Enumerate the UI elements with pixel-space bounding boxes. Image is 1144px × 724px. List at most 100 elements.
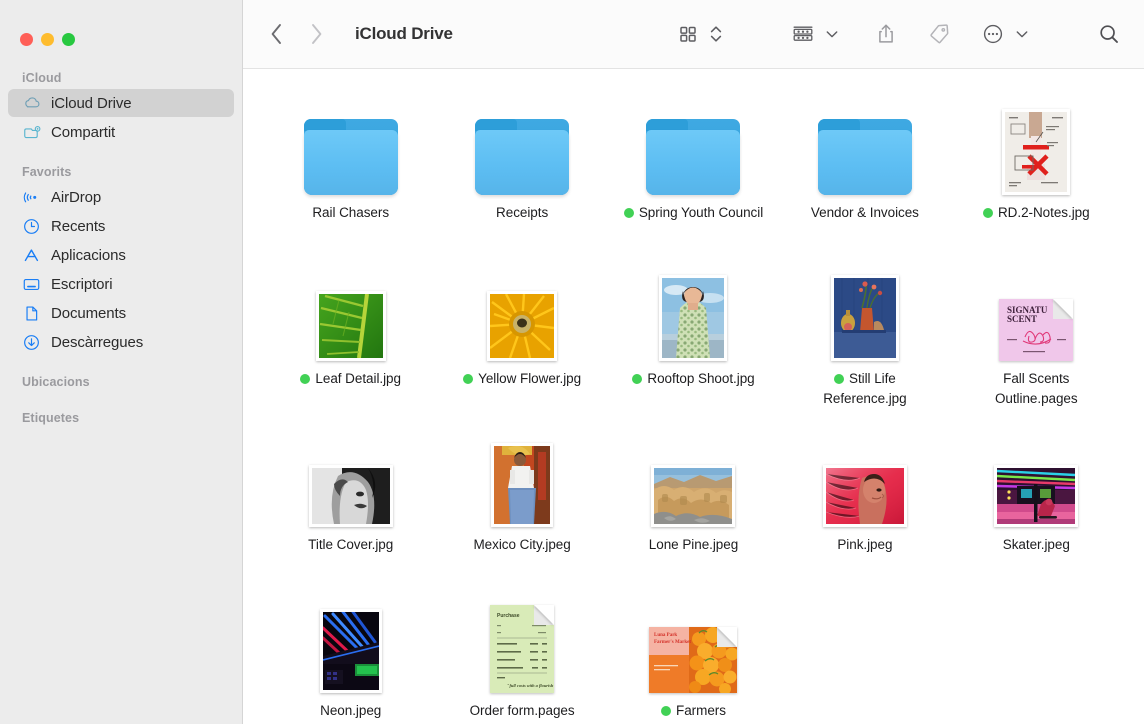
view-controls	[672, 17, 728, 51]
file-name: Vendor & Invoices	[811, 205, 919, 220]
file-label: Farmers Market...acket.pdf	[622, 701, 764, 724]
file-name: Lone Pine.jpeg	[649, 537, 738, 552]
close-button[interactable]	[20, 33, 33, 46]
file-item-leaf-detail[interactable]: Leaf Detail.jpg	[265, 255, 436, 421]
file-name: Skater.jpeg	[1003, 537, 1070, 552]
file-item-spring-youth-council[interactable]: Spring Youth Council	[608, 89, 779, 255]
file-name: Title Cover.jpg	[308, 537, 393, 552]
minimize-button[interactable]	[41, 33, 54, 46]
image-thumbnail	[309, 421, 393, 527]
navigation-buttons	[265, 19, 327, 49]
sidebar-item-descarregues[interactable]: Descàrregues	[8, 328, 234, 356]
airdrop-icon	[22, 188, 41, 207]
file-item-vendor-invoices[interactable]: Vendor & Invoices	[779, 89, 950, 255]
image-thumbnail	[487, 255, 557, 361]
sidebar-item-label: iCloud Drive	[51, 95, 132, 112]
view-stepper[interactable]	[704, 17, 728, 51]
sidebar-item-aplicacions[interactable]: Aplicacions	[8, 241, 234, 269]
file-label: Pink.jpeg	[837, 535, 892, 555]
tag-icon[interactable]	[922, 17, 956, 51]
folder-icon	[646, 89, 740, 195]
clock-icon	[22, 217, 41, 236]
file-item-title-cover[interactable]: Title Cover.jpg	[265, 421, 436, 587]
tag-dot-green	[632, 374, 642, 384]
file-item-still-life-reference[interactable]: Still Life Reference.jpg	[779, 255, 950, 421]
maximize-button[interactable]	[62, 33, 75, 46]
file-item-pink[interactable]: Pink.jpeg	[779, 421, 950, 587]
sidebar-item-label: Documents	[51, 305, 126, 322]
file-name: Rail Chasers	[312, 205, 389, 220]
icon-view-button[interactable]	[672, 17, 704, 51]
image-thumbnail	[823, 421, 907, 527]
folder-icon	[818, 89, 912, 195]
file-label: RD.2-Notes.jpg	[983, 203, 1090, 223]
folder-icon	[475, 89, 569, 195]
file-name: Pink.jpeg	[837, 537, 892, 552]
file-label: Spring Youth Council	[624, 203, 763, 223]
sidebar-section-icloud: iCloud	[0, 68, 242, 88]
sidebar-item-escriptori[interactable]: Escriptori	[8, 270, 234, 298]
svg-text:Farmer's Market: Farmer's Market	[654, 640, 691, 645]
file-label: Rooftop Shoot.jpg	[632, 369, 754, 389]
file-label: Skater.jpeg	[1003, 535, 1070, 555]
file-item-yellow-flower[interactable]: Yellow Flower.jpg	[436, 255, 607, 421]
file-label: Receipts	[496, 203, 548, 223]
pages-document-icon: SIGNATU SCENT	[999, 255, 1073, 361]
file-name: Spring Youth Council	[639, 205, 763, 220]
image-thumbnail	[491, 421, 553, 527]
file-label: Leaf Detail.jpg	[300, 369, 401, 389]
group-by-button[interactable]	[786, 17, 820, 51]
file-label: Still Life Reference.jpg	[794, 369, 936, 409]
more-button[interactable]	[976, 17, 1010, 51]
file-item-rail-chasers[interactable]: Rail Chasers	[265, 89, 436, 255]
more-chevron[interactable]	[1010, 17, 1034, 51]
file-browser[interactable]: Rail Chasers Receipts Sp	[243, 69, 1144, 724]
sidebar-item-label: Compartit	[51, 124, 115, 141]
sidebar-item-label: Aplicacions	[51, 247, 126, 264]
file-label: Fall Scents Outline.pages	[965, 369, 1107, 409]
sidebar-item-compartit[interactable]: Compartit	[8, 118, 234, 146]
image-thumbnail	[994, 421, 1078, 527]
file-name: Fall Scents Outline.pages	[995, 371, 1078, 406]
document-icon	[22, 304, 41, 323]
file-item-skater[interactable]: Skater.jpeg	[951, 421, 1122, 587]
sidebar-item-label: Recents	[51, 218, 105, 235]
file-name: Farmers Market...acket.pdf	[640, 703, 746, 724]
sidebar-section-ubicacions: Ubicacions	[0, 372, 242, 392]
file-name: Mexico City.jpeg	[473, 537, 570, 552]
sidebar-item-icloud-drive[interactable]: iCloud Drive	[8, 89, 234, 117]
applications-icon	[22, 246, 41, 265]
cloud-icon	[22, 94, 41, 113]
group-by-chevron[interactable]	[820, 17, 844, 51]
main-area: iCloud Drive	[243, 0, 1144, 724]
search-icon[interactable]	[1092, 17, 1126, 51]
back-button[interactable]	[265, 19, 287, 49]
file-item-farmers-market-packet[interactable]: Luna Park Farmer's Market Far	[608, 587, 779, 724]
file-item-mexico-city[interactable]: Mexico City.jpeg	[436, 421, 607, 587]
sidebar-item-label: Escriptori	[51, 276, 113, 293]
shared-folder-icon	[22, 123, 41, 142]
image-thumbnail	[831, 255, 899, 361]
file-item-neon[interactable]: Neon.jpeg	[265, 587, 436, 724]
traffic-light-buttons	[0, 0, 242, 56]
empty-cell	[779, 587, 950, 724]
file-item-receipts[interactable]: Receipts	[436, 89, 607, 255]
more-controls	[976, 17, 1034, 51]
share-button[interactable]	[870, 17, 902, 51]
file-label: Title Cover.jpg	[308, 535, 393, 555]
sidebar-item-airdrop[interactable]: AirDrop	[8, 183, 234, 211]
sidebar-item-recents[interactable]: Recents	[8, 212, 234, 240]
sidebar-item-label: AirDrop	[51, 189, 101, 206]
image-thumbnail	[651, 421, 735, 527]
image-thumbnail	[1002, 89, 1070, 195]
file-item-lone-pine[interactable]: Lone Pine.jpeg	[608, 421, 779, 587]
pages-document-icon: Purchase	[490, 587, 554, 693]
file-item-order-form[interactable]: Purchase	[436, 587, 607, 724]
file-item-fall-scents-outline[interactable]: SIGNATU SCENT	[951, 255, 1122, 421]
sidebar-item-documents[interactable]: Documents	[8, 299, 234, 327]
forward-button[interactable]	[305, 19, 327, 49]
file-item-rooftop-shoot[interactable]: Rooftop Shoot.jpg	[608, 255, 779, 421]
file-item-rd2-notes[interactable]: RD.2-Notes.jpg	[951, 89, 1122, 255]
file-label: Neon.jpeg	[320, 701, 381, 721]
file-name: Receipts	[496, 205, 548, 220]
